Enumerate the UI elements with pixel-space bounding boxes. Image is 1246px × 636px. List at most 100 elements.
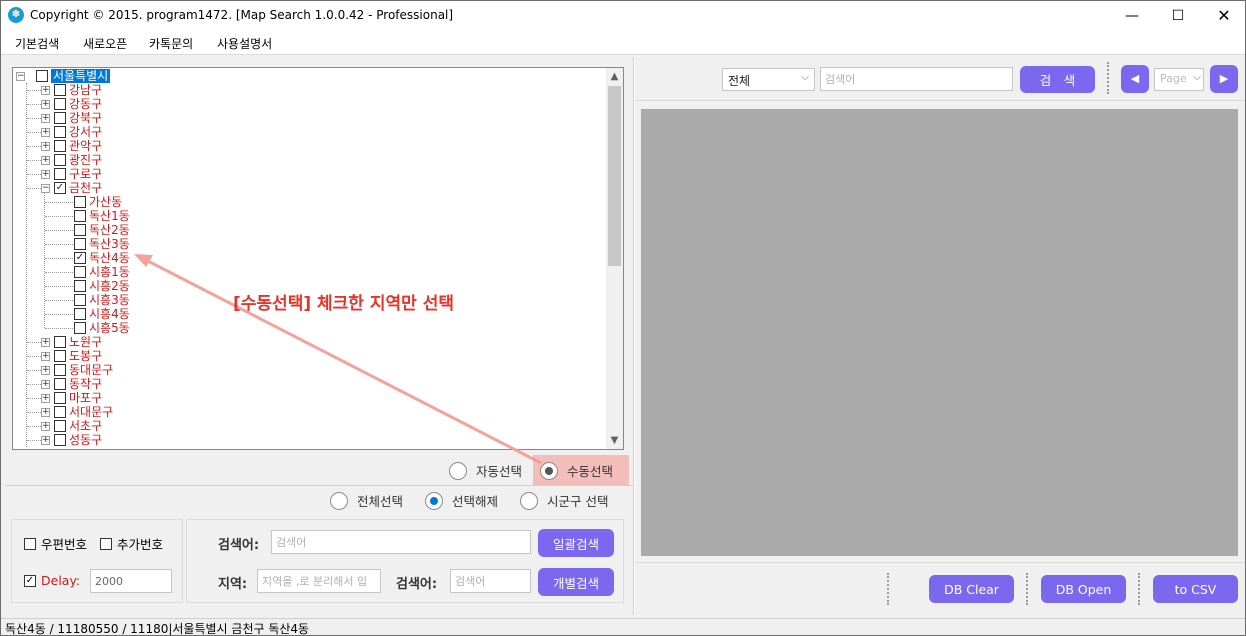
next-page-button[interactable]: ▶ bbox=[1210, 65, 1238, 93]
radio-manual-select[interactable]: 수동선택 bbox=[540, 461, 613, 480]
scroll-down-icon[interactable]: ▼ bbox=[606, 432, 623, 449]
minimize-icon[interactable]: — bbox=[1109, 1, 1155, 31]
expand-icon[interactable]: + bbox=[41, 380, 50, 389]
menu-kakaotalk-inquiry[interactable]: 카톡문의 bbox=[149, 35, 193, 52]
tree-node-label[interactable]: 노원구 bbox=[69, 335, 102, 349]
map-view[interactable] bbox=[641, 109, 1238, 556]
tree-checkbox[interactable] bbox=[54, 420, 66, 432]
tree-leaf-node[interactable]: 독산3동 bbox=[13, 237, 603, 251]
tree-checkbox[interactable]: ✓ bbox=[54, 182, 66, 194]
tree-node-label[interactable]: 금천구 bbox=[69, 181, 102, 195]
tree-node[interactable]: + 광진구 bbox=[13, 153, 603, 167]
tree-node[interactable]: + 강서구 bbox=[13, 125, 603, 139]
expand-icon[interactable]: + bbox=[41, 408, 50, 417]
postal-code-box[interactable] bbox=[24, 537, 36, 550]
tree-checkbox[interactable] bbox=[74, 280, 86, 292]
tree-checkbox[interactable] bbox=[74, 322, 86, 334]
individual-search-button[interactable]: 개별검색 bbox=[538, 568, 614, 596]
expand-icon[interactable]: + bbox=[41, 100, 50, 109]
tree-checkbox[interactable] bbox=[54, 84, 66, 96]
menu-basic-search[interactable]: 기본검색 bbox=[15, 35, 59, 52]
expand-icon[interactable]: + bbox=[41, 338, 50, 347]
tree-checkbox[interactable] bbox=[54, 98, 66, 110]
tree-node[interactable]: + 동작구 bbox=[13, 377, 603, 391]
maximize-icon[interactable]: ☐ bbox=[1155, 1, 1201, 31]
tree-node-label[interactable]: 서대문구 bbox=[69, 405, 113, 419]
close-icon[interactable]: ✕ bbox=[1201, 1, 1245, 31]
tree-root-node[interactable]: − 서울특별시 bbox=[13, 69, 603, 83]
tree-node[interactable]: + 강남구 bbox=[13, 83, 603, 97]
radio-clear-circle[interactable] bbox=[425, 491, 443, 510]
tree-node[interactable]: + 강북구 bbox=[13, 111, 603, 125]
expand-icon[interactable]: + bbox=[41, 142, 50, 151]
tree-node-label[interactable]: 동작구 bbox=[69, 377, 102, 391]
tree-node-label[interactable]: 동대문구 bbox=[69, 363, 113, 377]
tree-node-label[interactable]: 독산2동 bbox=[89, 223, 130, 237]
tree-leaf-node[interactable]: 가산동 bbox=[13, 195, 603, 209]
to-csv-button[interactable]: to CSV bbox=[1153, 575, 1238, 603]
tree-node-label[interactable]: 서초구 bbox=[69, 419, 102, 433]
tree-node-label[interactable]: 강동구 bbox=[69, 97, 102, 111]
extra-number-checkbox[interactable]: 추가번호 bbox=[100, 534, 163, 553]
tree-checkbox[interactable] bbox=[54, 336, 66, 348]
radio-auto-circle[interactable] bbox=[449, 461, 467, 480]
tree-checkbox[interactable] bbox=[54, 364, 66, 376]
tree-node-label[interactable]: 독산1동 bbox=[89, 209, 130, 223]
tree-node-label[interactable]: 광진구 bbox=[69, 153, 102, 167]
radio-select-all[interactable]: 전체선택 bbox=[330, 491, 403, 510]
tree-node[interactable]: + 관악구 bbox=[13, 139, 603, 153]
db-open-button[interactable]: DB Open bbox=[1041, 575, 1126, 603]
tree-node[interactable]: + 성동구 bbox=[13, 433, 603, 447]
radio-select-all-circle[interactable] bbox=[330, 491, 348, 510]
expand-icon[interactable]: + bbox=[41, 114, 50, 123]
postal-code-checkbox[interactable]: 우편번호 bbox=[24, 534, 87, 553]
radio-sigungu-circle[interactable] bbox=[520, 491, 538, 510]
scroll-thumb[interactable] bbox=[608, 86, 621, 266]
expand-icon[interactable]: + bbox=[41, 436, 50, 445]
tree-node-label[interactable]: 관악구 bbox=[69, 139, 102, 153]
expand-icon[interactable]: + bbox=[41, 128, 50, 137]
tree-checkbox[interactable] bbox=[54, 350, 66, 362]
collapse-icon[interactable]: − bbox=[41, 184, 50, 193]
right-search-input[interactable] bbox=[820, 67, 1013, 91]
tree-checkbox[interactable] bbox=[74, 308, 86, 320]
tree-node-label[interactable]: 도봉구 bbox=[69, 349, 102, 363]
tree-leaf-node[interactable]: 시흥1동 bbox=[13, 265, 603, 279]
expand-icon[interactable]: + bbox=[41, 86, 50, 95]
tree-node[interactable]: + 구로구 bbox=[13, 167, 603, 181]
tree-node-label[interactable]: 시흥1동 bbox=[89, 265, 130, 279]
right-search-button[interactable]: 검 색 bbox=[1020, 66, 1095, 93]
keyword2-input[interactable] bbox=[450, 569, 531, 593]
expand-icon[interactable]: + bbox=[41, 366, 50, 375]
tree-node[interactable]: + 서초구 bbox=[13, 419, 603, 433]
tree-checkbox[interactable]: ✓ bbox=[74, 252, 86, 264]
menu-new-open[interactable]: 새로오픈 bbox=[83, 35, 127, 52]
tree-checkbox[interactable] bbox=[54, 154, 66, 166]
radio-sigungu-select[interactable]: 시군구 선택 bbox=[520, 491, 608, 510]
tree-leaf-node[interactable]: ✓ 독산4동 bbox=[13, 251, 603, 265]
tree-node[interactable]: + 노원구 bbox=[13, 335, 603, 349]
tree-node-label[interactable]: 성동구 bbox=[69, 433, 102, 447]
tree-node-label[interactable]: 마포구 bbox=[69, 391, 102, 405]
tree-checkbox[interactable] bbox=[74, 196, 86, 208]
tree-checkbox[interactable] bbox=[36, 70, 48, 82]
tree-checkbox[interactable] bbox=[74, 238, 86, 250]
menu-user-manual[interactable]: 사용설명서 bbox=[217, 35, 272, 52]
tree-checkbox[interactable] bbox=[54, 406, 66, 418]
region-input[interactable] bbox=[257, 569, 381, 593]
tree-node-label[interactable]: 서울특별시 bbox=[51, 69, 111, 83]
tree-checkbox[interactable] bbox=[54, 168, 66, 180]
tree-node[interactable]: + 마포구 bbox=[13, 391, 603, 405]
radio-manual-circle[interactable] bbox=[540, 461, 558, 480]
tree-node-label[interactable]: 시흥4동 bbox=[89, 307, 130, 321]
tree-node-label[interactable]: 구로구 bbox=[69, 167, 102, 181]
expand-icon[interactable]: + bbox=[41, 156, 50, 165]
tree-checkbox[interactable] bbox=[54, 392, 66, 404]
tree-node-label[interactable]: 가산동 bbox=[89, 195, 122, 209]
tree-checkbox[interactable] bbox=[54, 126, 66, 138]
tree-node-label[interactable]: 독산4동 bbox=[89, 251, 130, 265]
delay-check-icon[interactable]: ✓ bbox=[24, 574, 36, 587]
tree-node[interactable]: − ✓ 금천구 bbox=[13, 181, 603, 195]
tree-node[interactable]: + 도봉구 bbox=[13, 349, 603, 363]
tree-checkbox[interactable] bbox=[74, 210, 86, 222]
